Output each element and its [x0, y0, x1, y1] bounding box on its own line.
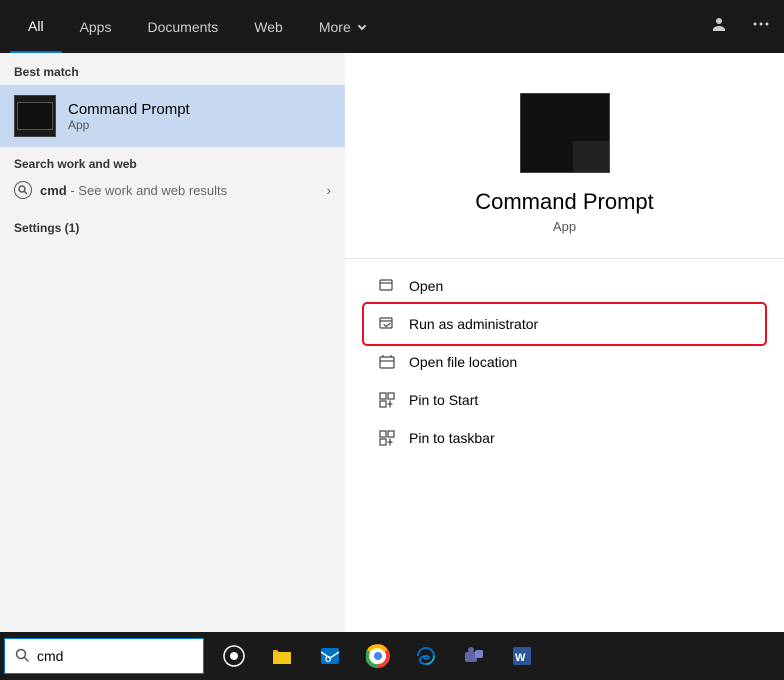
nav-right-actions — [706, 11, 774, 42]
right-panel: Command Prompt App Open — [345, 53, 784, 632]
command-prompt-icon — [14, 95, 56, 137]
location-icon — [377, 352, 397, 372]
right-app-type: App — [553, 219, 576, 234]
best-match-label: Best match — [0, 53, 345, 85]
search-circle-icon — [14, 181, 32, 199]
person-icon[interactable] — [706, 11, 732, 42]
open-icon — [377, 276, 397, 296]
cmd-icon-inner — [17, 102, 53, 130]
edge-icon[interactable] — [404, 632, 448, 680]
tab-all[interactable]: All — [10, 0, 62, 53]
tab-more-label: More — [319, 19, 351, 35]
right-app-title: Command Prompt — [475, 189, 654, 215]
tab-web-label: Web — [254, 19, 283, 35]
taskbar-search-icon — [15, 648, 29, 665]
search-work-section: Search work and web cmd - See work and w… — [0, 147, 345, 213]
cmd-query-text: cmd — [40, 183, 67, 198]
search-work-label: Search work and web — [14, 157, 331, 171]
best-match-title: Command Prompt — [68, 101, 190, 118]
task-view-icon[interactable] — [212, 632, 256, 680]
search-query: cmd - See work and web results — [40, 183, 227, 198]
best-match-subtitle: App — [68, 118, 190, 132]
more-options-icon[interactable] — [748, 11, 774, 42]
search-work-item[interactable]: cmd - See work and web results › — [14, 177, 331, 203]
settings-label: Settings (1) — [14, 221, 331, 235]
settings-section: Settings (1) — [0, 213, 345, 243]
action-open-location[interactable]: Open file location — [365, 343, 764, 381]
taskbar-search-box[interactable]: cmd — [4, 638, 204, 674]
more-chevron-icon — [358, 21, 366, 29]
tab-web[interactable]: Web — [236, 0, 301, 53]
file-explorer-icon[interactable] — [260, 632, 304, 680]
action-pin-taskbar[interactable]: Pin to taskbar — [365, 419, 764, 457]
divider — [345, 258, 784, 259]
open-label: Open — [409, 278, 443, 294]
tab-more[interactable]: More — [301, 0, 383, 53]
action-list: Open Run as administrator — [345, 267, 784, 457]
tab-all-label: All — [28, 18, 44, 34]
pin-taskbar-label: Pin to taskbar — [409, 430, 495, 446]
top-navigation: All Apps Documents Web More — [0, 0, 784, 53]
tab-documents-label: Documents — [147, 19, 218, 35]
chevron-right-icon: › — [326, 182, 331, 198]
word-icon[interactable]: W — [500, 632, 544, 680]
action-run-as-admin[interactable]: Run as administrator — [365, 305, 764, 343]
search-work-left: cmd - See work and web results — [14, 181, 227, 199]
admin-label: Run as administrator — [409, 316, 538, 332]
location-label: Open file location — [409, 354, 517, 370]
tab-documents[interactable]: Documents — [129, 0, 236, 53]
chrome-icon[interactable] — [356, 632, 400, 680]
svg-text:O: O — [325, 655, 331, 664]
tab-apps-label: Apps — [80, 19, 112, 35]
svg-text:W: W — [515, 652, 526, 664]
taskbar: cmd O — [0, 632, 784, 680]
nav-tabs: All Apps Documents Web More — [10, 0, 383, 53]
tab-apps[interactable]: Apps — [62, 0, 130, 53]
action-open[interactable]: Open — [365, 267, 764, 305]
taskbar-icons: O — [212, 632, 544, 680]
left-panel: Best match Command Prompt App Search wor… — [0, 53, 345, 632]
app-large-icon — [520, 93, 610, 173]
main-content: Best match Command Prompt App Search wor… — [0, 53, 784, 632]
action-pin-start[interactable]: Pin to Start — [365, 381, 764, 419]
admin-icon — [377, 314, 397, 334]
outlook-icon[interactable]: O — [308, 632, 352, 680]
pin-start-icon — [377, 390, 397, 410]
taskbar-search-text: cmd — [37, 648, 63, 664]
best-match-item[interactable]: Command Prompt App — [0, 85, 345, 147]
pin-taskbar-icon — [377, 428, 397, 448]
best-match-text: Command Prompt App — [68, 101, 190, 132]
pin-start-label: Pin to Start — [409, 392, 478, 408]
teams-icon[interactable] — [452, 632, 496, 680]
see-web-text: - See work and web results — [70, 183, 227, 198]
